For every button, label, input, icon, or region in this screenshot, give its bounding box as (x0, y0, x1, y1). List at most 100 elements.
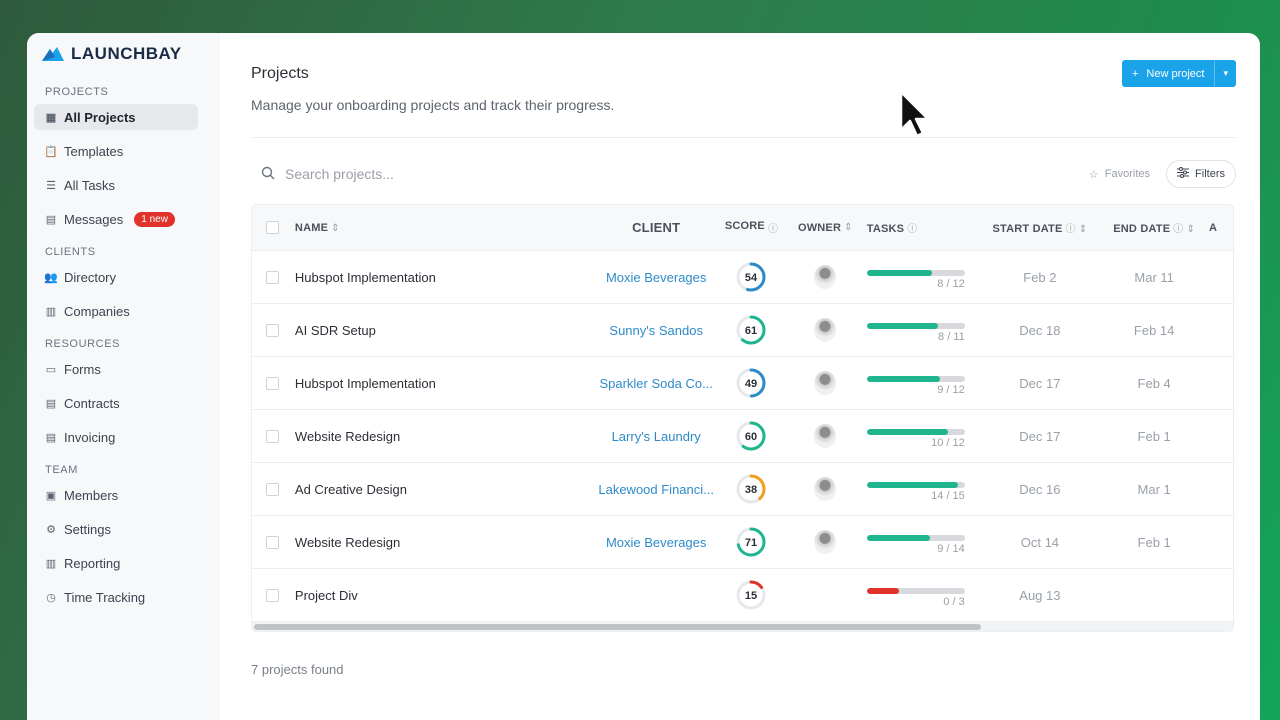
table-row[interactable]: Ad Creative Design Lakewood Financi... 3… (252, 463, 1233, 516)
avatar[interactable] (814, 530, 837, 554)
row-checkbox[interactable] (266, 429, 280, 443)
sidebar-item-messages[interactable]: ▤ Messages 1 new (34, 206, 198, 232)
select-all-checkbox[interactable] (266, 221, 280, 234)
sidebar-item-members[interactable]: ▣ Members (34, 482, 198, 508)
sidebar-item-settings[interactable]: ⚙ Settings (34, 516, 198, 542)
avatar[interactable] (814, 265, 837, 289)
tasks-count: 14 / 15 (931, 489, 965, 502)
sidebar-item-contracts[interactable]: ▤ Contracts (34, 390, 198, 416)
project-name[interactable]: Hubspot Implementation (294, 376, 597, 391)
projects-table: NAME ⇕ CLIENT SCORE ⓘ OWNER ⇕ TASKS ⓘ START … (251, 204, 1234, 632)
clipboard-icon: 📋 (44, 145, 58, 158)
sidebar-item-label: Contracts (64, 395, 120, 411)
sidebar-item-label: Invoicing (64, 429, 116, 445)
avatar[interactable] (814, 477, 837, 501)
col-owner[interactable]: OWNER ⇕ (788, 222, 863, 234)
sidebar-item-invoicing[interactable]: ▤ Invoicing (34, 424, 198, 450)
table-row[interactable]: Hubspot Implementation Sparkler Soda Co.… (252, 357, 1233, 410)
row-checkbox[interactable] (266, 323, 280, 337)
client-link[interactable]: Moxie Beverages (597, 267, 715, 288)
owner-cell (788, 371, 863, 395)
sort-icon[interactable]: ⇕ (844, 222, 853, 234)
tasks-progress-bar (866, 269, 965, 276)
sidebar-item-label: Members (64, 487, 119, 503)
score-value: 54 (745, 272, 758, 284)
table-row[interactable]: Website Redesign Larry's Laundry 60 10 /… (252, 410, 1233, 463)
scrollbar-thumb[interactable] (254, 624, 981, 630)
score-cell: 15 (715, 579, 788, 611)
sort-icon[interactable]: ⇕ (331, 223, 340, 234)
brand[interactable]: LAUNCHBAY (27, 43, 220, 65)
new-project-button[interactable]: + New project ▾ (1121, 60, 1236, 87)
col-tasks[interactable]: TASKS ⓘ (863, 220, 981, 235)
score-value: 38 (745, 484, 757, 496)
col-score[interactable]: SCORE ⓘ (715, 220, 788, 235)
new-project-main[interactable]: + New project (1122, 60, 1215, 87)
table-row[interactable]: Hubspot Implementation Moxie Beverages 5… (252, 251, 1233, 304)
col-end-date[interactable]: END DATE ⓘ ⇕ (1099, 220, 1209, 235)
info-icon[interactable]: ⓘ (907, 224, 917, 235)
col-name[interactable]: NAME ⇕ (294, 222, 597, 234)
horizontal-scrollbar[interactable] (252, 622, 1233, 631)
client-link[interactable]: Sunny's Sandos (597, 320, 715, 341)
project-name[interactable]: AI SDR Setup (294, 323, 597, 338)
info-icon[interactable]: ⓘ (1173, 224, 1183, 235)
document-icon: ▤ (45, 397, 57, 410)
table-row[interactable]: Project Div 15 0 / 3 Aug 13 (252, 569, 1233, 622)
client-link[interactable]: Lakewood Financi... (597, 479, 715, 500)
sidebar-item-all-tasks[interactable]: ☰ All Tasks (34, 172, 198, 198)
table-row[interactable]: AI SDR Setup Sunny's Sandos 61 8 / 11 De… (252, 304, 1233, 357)
row-checkbox[interactable] (266, 376, 280, 390)
sidebar-item-forms[interactable]: ▭ Forms (34, 356, 198, 382)
nav-heading: PROJECTS (45, 86, 109, 98)
tasks-progress-bar (866, 534, 965, 541)
tasks-progress-fill (866, 587, 900, 594)
sort-icon[interactable]: ⇕ (1186, 224, 1195, 235)
row-checkbox[interactable] (266, 535, 280, 549)
chevron-down-icon[interactable]: ▾ (1214, 60, 1236, 87)
project-name[interactable]: Project Div (294, 588, 597, 603)
start-date: Dec 17 (1019, 428, 1061, 444)
search-input[interactable] (285, 166, 585, 182)
col-a[interactable]: A (1209, 222, 1233, 234)
project-name[interactable]: Hubspot Implementation (294, 270, 597, 285)
project-name[interactable]: Ad Creative Design (294, 482, 597, 497)
avatar[interactable] (814, 424, 837, 448)
tasks-cell: 9 / 14 (863, 530, 981, 555)
row-select-cell (252, 323, 294, 337)
col-start-date[interactable]: START DATE ⓘ ⇕ (981, 220, 1100, 235)
nav-heading: TEAM (45, 464, 78, 476)
sort-icon[interactable]: ⇕ (1079, 224, 1088, 235)
page-subtitle: Manage your onboarding projects and trac… (251, 97, 615, 113)
row-checkbox[interactable] (266, 588, 280, 602)
sliders-icon (1177, 167, 1190, 181)
sidebar-item-time-tracking[interactable]: ◷ Time Tracking (34, 584, 198, 610)
row-checkbox[interactable] (266, 482, 280, 496)
sidebar-item-reporting[interactable]: ▥ Reporting (34, 550, 198, 576)
tasks-count: 0 / 3 (943, 595, 965, 608)
info-icon[interactable]: ⓘ (768, 220, 778, 235)
avatar[interactable] (814, 318, 837, 342)
sidebar-item-companies[interactable]: ▥ Companies (34, 298, 198, 324)
sidebar-item-all-projects[interactable]: ▦ All Projects (34, 104, 198, 130)
row-select-cell (252, 482, 294, 496)
start-date: Dec 17 (1019, 375, 1061, 391)
client-link[interactable]: Moxie Beverages (597, 532, 715, 553)
project-name[interactable]: Website Redesign (294, 429, 597, 444)
sidebar-item-templates[interactable]: 📋 Templates (34, 138, 198, 164)
row-checkbox[interactable] (266, 270, 280, 284)
filters-button[interactable]: Filters (1166, 160, 1236, 188)
avatar[interactable] (814, 371, 837, 395)
project-name[interactable]: Website Redesign (294, 535, 597, 550)
col-client[interactable]: CLIENT (597, 217, 715, 238)
row-select-cell (252, 429, 294, 443)
client-link[interactable]: Sparkler Soda Co... (597, 373, 715, 394)
info-icon[interactable]: ⓘ (1066, 224, 1076, 235)
launchbay-logo-icon (41, 46, 65, 62)
plus-icon: + (1131, 67, 1139, 80)
sidebar-item-directory[interactable]: 👥 Directory (34, 264, 198, 290)
favorites-button[interactable]: ☆ Favorites (1081, 160, 1158, 188)
table-row[interactable]: Website Redesign Moxie Beverages 71 9 / … (252, 516, 1233, 569)
sidebar: LAUNCHBAY PROJECTS ▦ All Projects 📋 Template… (27, 33, 220, 720)
client-link[interactable]: Larry's Laundry (597, 426, 715, 447)
